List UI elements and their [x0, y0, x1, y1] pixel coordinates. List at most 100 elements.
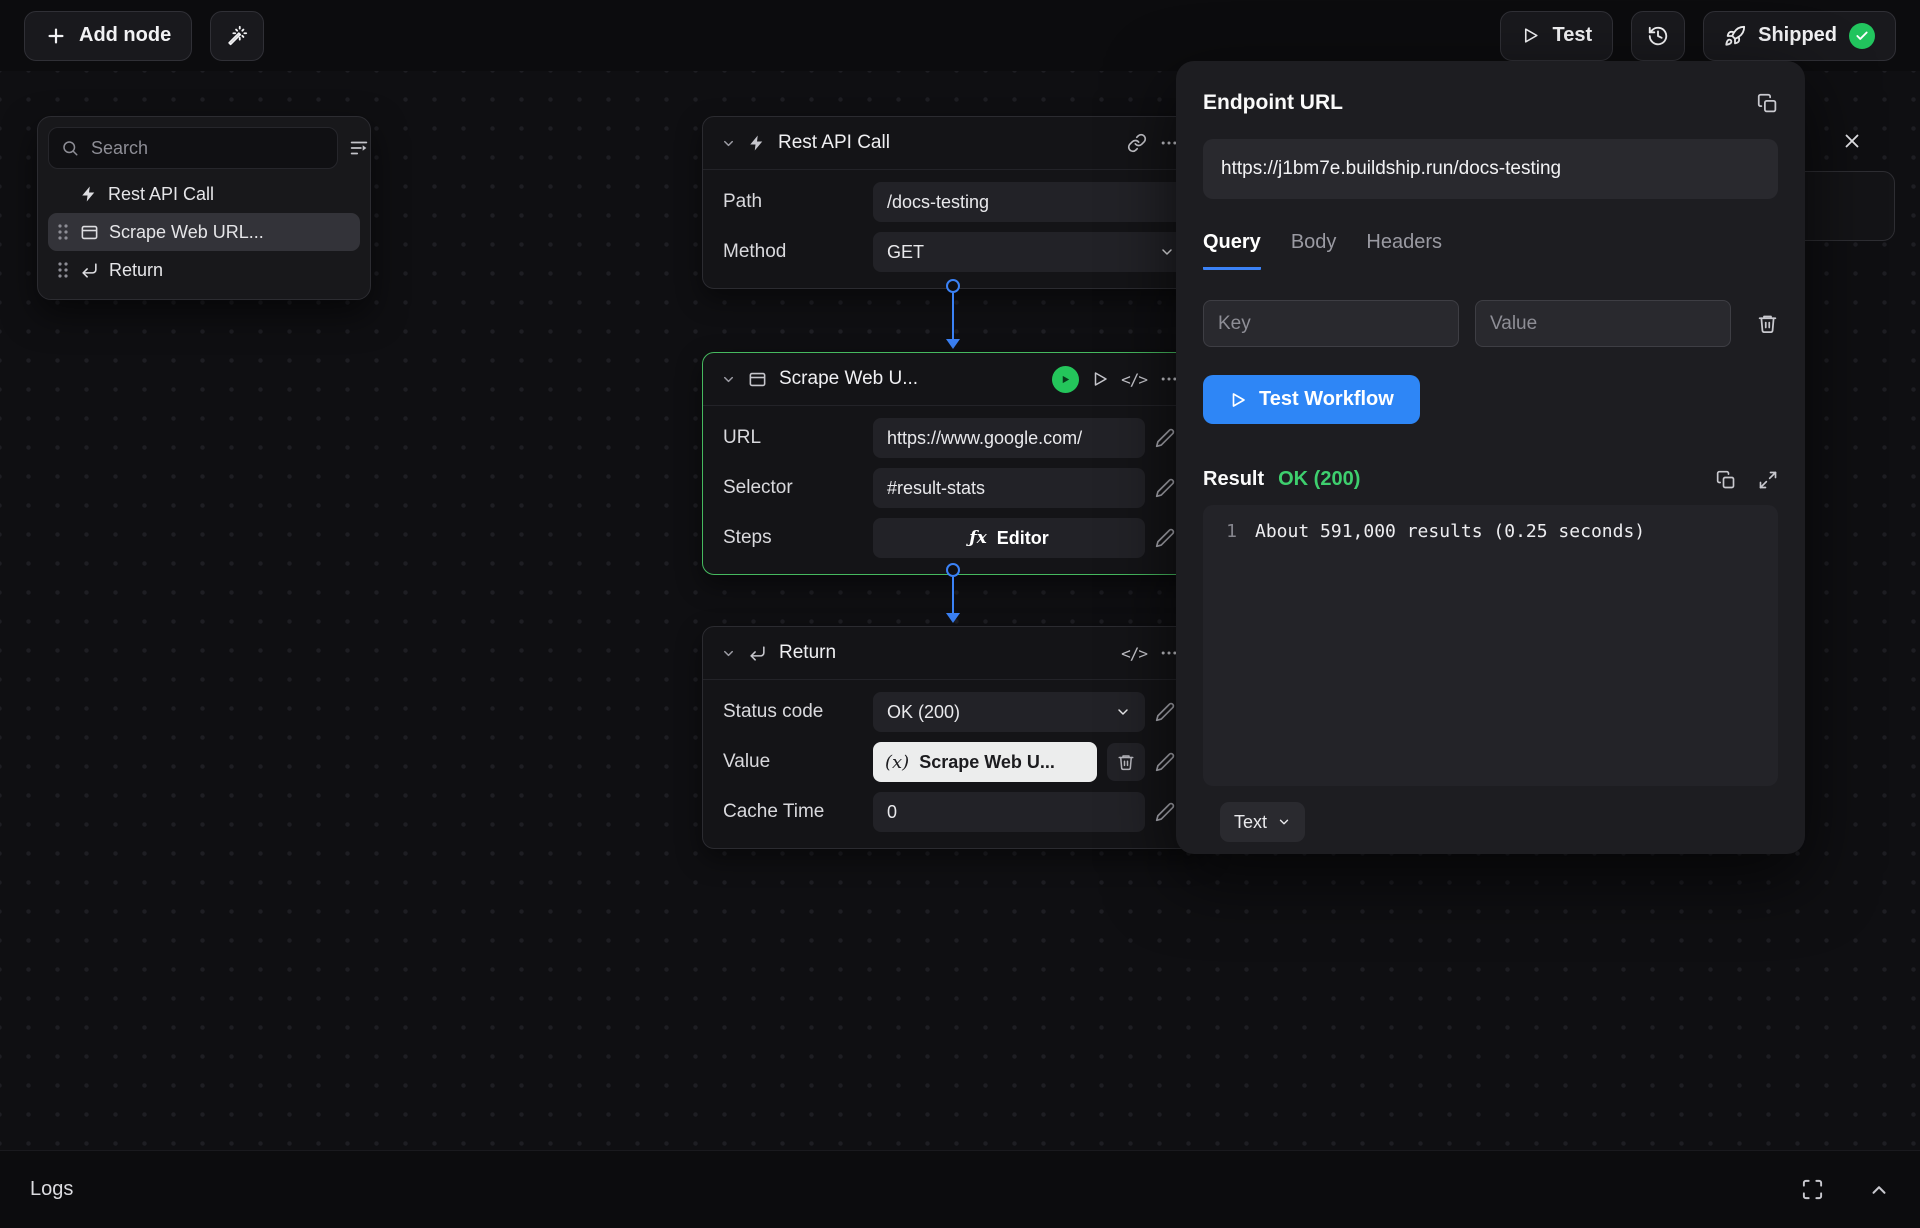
- field-row-path: Path /docs-testing: [723, 182, 1189, 222]
- trash-icon: [1757, 313, 1778, 334]
- test-label: Test: [1552, 24, 1592, 47]
- selector-input[interactable]: #result-stats: [873, 468, 1145, 508]
- test-workflow-button[interactable]: Test Workflow: [1203, 375, 1420, 424]
- field-row-url: URL https://www.google.com/: [723, 418, 1175, 458]
- history-button[interactable]: [1631, 11, 1685, 61]
- cache-time-input[interactable]: 0: [873, 792, 1145, 832]
- url-input[interactable]: https://www.google.com/: [873, 418, 1145, 458]
- delete-param-button[interactable]: [1757, 313, 1778, 334]
- node-title: Return: [779, 642, 836, 664]
- field-label: Method: [723, 241, 863, 263]
- steps-editor-button[interactable]: ƒx Editor: [873, 518, 1145, 558]
- code-icon[interactable]: </>: [1121, 644, 1147, 663]
- pencil-icon[interactable]: [1155, 802, 1175, 822]
- pencil-icon[interactable]: [1155, 428, 1175, 448]
- tab-headers[interactable]: Headers: [1366, 231, 1442, 270]
- drag-handle-icon[interactable]: [56, 261, 70, 279]
- connector-port[interactable]: [946, 279, 960, 293]
- field-row-cache-time: Cache Time 0: [723, 792, 1175, 832]
- play-icon: [1229, 391, 1247, 409]
- close-icon: [1841, 130, 1863, 152]
- query-key-input[interactable]: [1203, 300, 1459, 347]
- background-panel-edge: [1793, 171, 1895, 241]
- connector-port[interactable]: [946, 563, 960, 577]
- test-button[interactable]: Test: [1500, 11, 1613, 61]
- value-variable-chip[interactable]: (x) Scrape Web U...: [873, 742, 1097, 782]
- library-item-return[interactable]: Return: [48, 251, 360, 289]
- search-box[interactable]: [48, 127, 338, 169]
- library-item-scrape-web-url[interactable]: Scrape Web URL...: [48, 213, 360, 251]
- toolbar-left-group: Add node: [24, 11, 264, 61]
- shipped-check-icon: [1849, 23, 1875, 49]
- pencil-icon[interactable]: [1155, 752, 1175, 772]
- node-library-panel: Rest API Call Scrape Web URL... Return: [37, 116, 371, 300]
- node-body: Path /docs-testing Method GET: [703, 170, 1205, 288]
- drag-handle-icon[interactable]: [56, 223, 70, 241]
- format-select[interactable]: Text: [1220, 802, 1305, 842]
- toolbar-right-group: Test Shipped: [1500, 11, 1896, 61]
- result-output[interactable]: 1 About 591,000 results (0.25 seconds): [1203, 505, 1778, 786]
- library-search-row: [48, 127, 360, 169]
- delete-value-button[interactable]: [1107, 743, 1145, 781]
- fullscreen-logs-button[interactable]: [1801, 1178, 1824, 1201]
- node-rest-api-call[interactable]: Rest API Call Path /docs-testing Method …: [702, 116, 1206, 289]
- tab-body[interactable]: Body: [1291, 231, 1337, 270]
- variable-icon: (x): [885, 752, 909, 773]
- field-label: Cache Time: [723, 801, 863, 823]
- shipped-button[interactable]: Shipped: [1703, 11, 1896, 61]
- close-button[interactable]: [1826, 115, 1878, 167]
- ai-wand-button[interactable]: [210, 11, 264, 61]
- chevron-down-icon[interactable]: [721, 136, 736, 151]
- chevron-down-icon: [1115, 704, 1131, 720]
- field-row-method: Method GET: [723, 232, 1189, 272]
- collapse-list-icon[interactable]: [348, 137, 370, 159]
- rocket-icon: [1724, 25, 1746, 47]
- run-success-icon[interactable]: [1052, 366, 1079, 393]
- chevron-down-icon: [1159, 244, 1175, 260]
- pencil-icon[interactable]: [1155, 478, 1175, 498]
- connector-line: [952, 293, 955, 339]
- search-input[interactable]: [89, 137, 325, 160]
- query-value-input[interactable]: [1475, 300, 1731, 347]
- library-item-rest-api[interactable]: Rest API Call: [48, 175, 360, 213]
- field-row-steps: Steps ƒx Editor: [723, 518, 1175, 558]
- path-input[interactable]: /docs-testing: [873, 182, 1189, 222]
- add-node-label: Add node: [79, 24, 171, 47]
- status-code-select[interactable]: OK (200): [873, 692, 1145, 732]
- link-icon[interactable]: [1127, 133, 1147, 153]
- endpoint-url-value[interactable]: https://j1bm7e.buildship.run/docs-testin…: [1203, 139, 1778, 199]
- field-label: Selector: [723, 477, 863, 499]
- connector-arrow-icon: [946, 613, 960, 623]
- pencil-icon[interactable]: [1155, 528, 1175, 548]
- fullscreen-icon: [1801, 1178, 1824, 1201]
- method-select[interactable]: GET: [873, 232, 1189, 272]
- play-icon[interactable]: [1091, 370, 1109, 388]
- code-icon[interactable]: </>: [1121, 370, 1147, 389]
- tab-query[interactable]: Query: [1203, 231, 1261, 270]
- copy-endpoint-button[interactable]: [1757, 93, 1778, 114]
- collapse-logs-button[interactable]: [1868, 1179, 1890, 1201]
- add-node-button[interactable]: Add node: [24, 11, 192, 61]
- copy-result-button[interactable]: [1716, 470, 1736, 490]
- inspector-header: Endpoint URL: [1203, 91, 1778, 115]
- chevron-down-icon[interactable]: [721, 372, 736, 387]
- return-arrow-icon: [80, 261, 99, 280]
- node-header: Rest API Call: [703, 117, 1205, 170]
- pencil-icon[interactable]: [1155, 702, 1175, 722]
- result-line: 1 About 591,000 results (0.25 seconds): [1203, 521, 1778, 542]
- logs-actions: [1801, 1178, 1890, 1201]
- field-label: Value: [723, 751, 863, 773]
- field-label: URL: [723, 427, 863, 449]
- chevron-down-icon[interactable]: [721, 646, 736, 661]
- expand-result-button[interactable]: [1758, 470, 1778, 490]
- connector: [945, 279, 961, 349]
- node-scrape-web-url[interactable]: Scrape Web U... </> URL https://www.goog…: [702, 352, 1206, 575]
- node-title: Rest API Call: [778, 132, 890, 154]
- play-icon: [1521, 26, 1540, 45]
- steps-editor-label: Editor: [997, 528, 1049, 549]
- node-return[interactable]: Return </> Status code OK (200) Value (x…: [702, 626, 1206, 849]
- search-icon: [61, 139, 79, 157]
- library-item-label: Rest API Call: [108, 184, 214, 205]
- status-code-value: OK (200): [887, 702, 960, 723]
- shipped-label: Shipped: [1758, 24, 1837, 47]
